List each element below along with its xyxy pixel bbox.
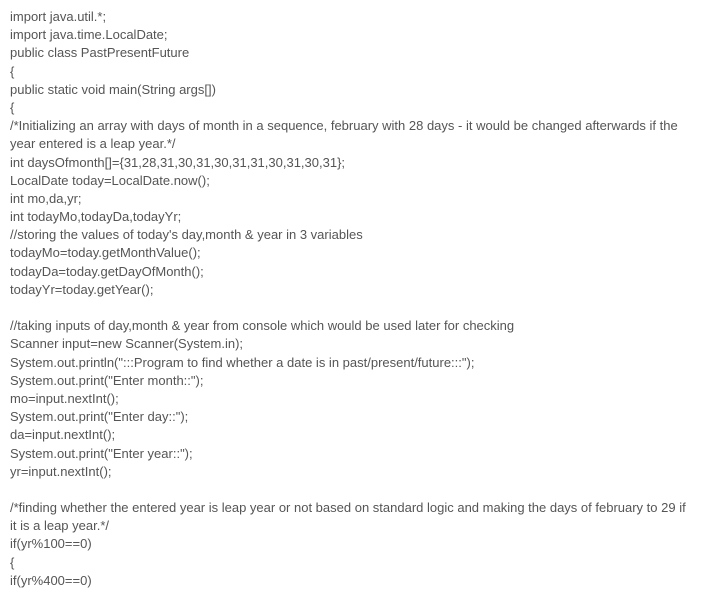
code-line: System.out.print("Enter day::"); (10, 408, 691, 426)
code-line: { (10, 63, 691, 81)
code-line: yr=input.nextInt(); (10, 463, 691, 481)
code-line: System.out.print("Enter year::"); (10, 445, 691, 463)
code-line: { (10, 99, 691, 117)
code-line: if(yr%100==0) (10, 535, 691, 553)
code-line: todayMo=today.getMonthValue(); (10, 244, 691, 262)
code-line: System.out.print("Enter month::"); (10, 372, 691, 390)
code-line: todayYr=today.getYear(); (10, 281, 691, 299)
code-line: System.out.println(":::Program to find w… (10, 354, 691, 372)
code-line: int daysOfmonth[]={31,28,31,30,31,30,31,… (10, 154, 691, 172)
code-line: int mo,da,yr; (10, 190, 691, 208)
code-line: LocalDate today=LocalDate.now(); (10, 172, 691, 190)
code-line: /*Initializing an array with days of mon… (10, 117, 691, 153)
code-line: Scanner input=new Scanner(System.in); (10, 335, 691, 353)
code-line: //taking inputs of day,month & year from… (10, 317, 691, 335)
code-line: //storing the values of today's day,mont… (10, 226, 691, 244)
code-line: todayDa=today.getDayOfMonth(); (10, 263, 691, 281)
code-line: mo=input.nextInt(); (10, 390, 691, 408)
code-line: import java.time.LocalDate; (10, 26, 691, 44)
code-line: if(yr%400==0) (10, 572, 691, 590)
code-line: import java.util.*; (10, 8, 691, 26)
code-line: int todayMo,todayDa,todayYr; (10, 208, 691, 226)
code-line: da=input.nextInt(); (10, 426, 691, 444)
code-line: { (10, 554, 691, 572)
code-block: import java.util.*;import java.time.Loca… (10, 8, 691, 590)
code-line: public static void main(String args[]) (10, 81, 691, 99)
code-line (10, 481, 691, 499)
code-line (10, 299, 691, 317)
code-line: public class PastPresentFuture (10, 44, 691, 62)
code-line: /*finding whether the entered year is le… (10, 499, 691, 535)
